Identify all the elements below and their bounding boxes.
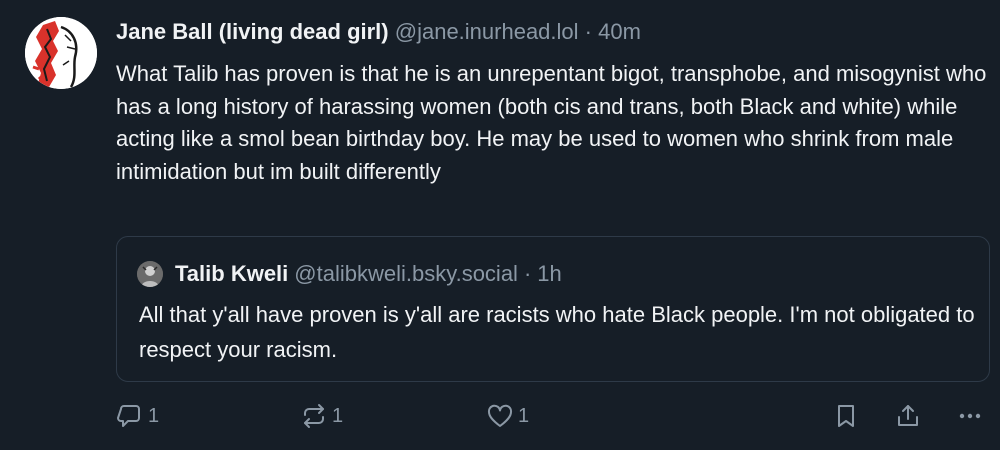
quoted-author-name[interactable]: Talib Kweli: [175, 258, 288, 290]
more-icon: [959, 413, 981, 419]
post[interactable]: Jane Ball (living dead girl) @jane.inurh…: [0, 0, 1000, 450]
repost-button[interactable]: 1: [300, 402, 343, 430]
heart-icon: [487, 404, 513, 427]
like-count: 1: [518, 404, 530, 427]
share-icon: [898, 405, 918, 426]
share-button[interactable]: [894, 402, 922, 430]
quoted-timestamp[interactable]: 1h: [537, 258, 561, 290]
reply-count: 1: [148, 404, 160, 427]
author-avatar[interactable]: [25, 17, 97, 89]
quoted-post-header: Talib Kweli @talibkweli.bsky.social · 1h: [137, 258, 562, 290]
author-handle[interactable]: @jane.inurhead.lol: [395, 19, 579, 44]
separator-dot: ·: [584, 19, 592, 44]
quoted-separator-dot: ·: [523, 261, 532, 286]
action-bar: 1 1 1: [0, 402, 1000, 434]
post-text: What Talib has proven is that he is an u…: [116, 61, 987, 184]
quoted-avatar-artwork: [137, 261, 163, 287]
post-header: Jane Ball (living dead girl) @jane.inurh…: [116, 15, 996, 49]
repost-count: 1: [332, 404, 344, 427]
reply-icon: [117, 405, 140, 427]
more-button[interactable]: [956, 402, 984, 430]
bookmark-icon: [838, 405, 854, 427]
post-timestamp[interactable]: 40m: [598, 19, 641, 44]
bookmark-button[interactable]: [832, 402, 860, 430]
author-name[interactable]: Jane Ball (living dead girl): [116, 19, 389, 44]
quoted-author-avatar[interactable]: [137, 261, 163, 287]
reply-button[interactable]: 1: [116, 402, 159, 430]
quoted-author-handle[interactable]: @talibkweli.bsky.social: [294, 258, 518, 290]
repost-icon: [304, 404, 324, 428]
post-content: Jane Ball (living dead girl) @jane.inurh…: [116, 15, 996, 188]
quoted-post[interactable]: Talib Kweli @talibkweli.bsky.social · 1h…: [116, 236, 990, 382]
avatar-artwork: [25, 17, 97, 89]
quoted-post-text: All that y'all have proven is y'all are …: [139, 302, 975, 362]
like-button[interactable]: 1: [486, 402, 529, 430]
